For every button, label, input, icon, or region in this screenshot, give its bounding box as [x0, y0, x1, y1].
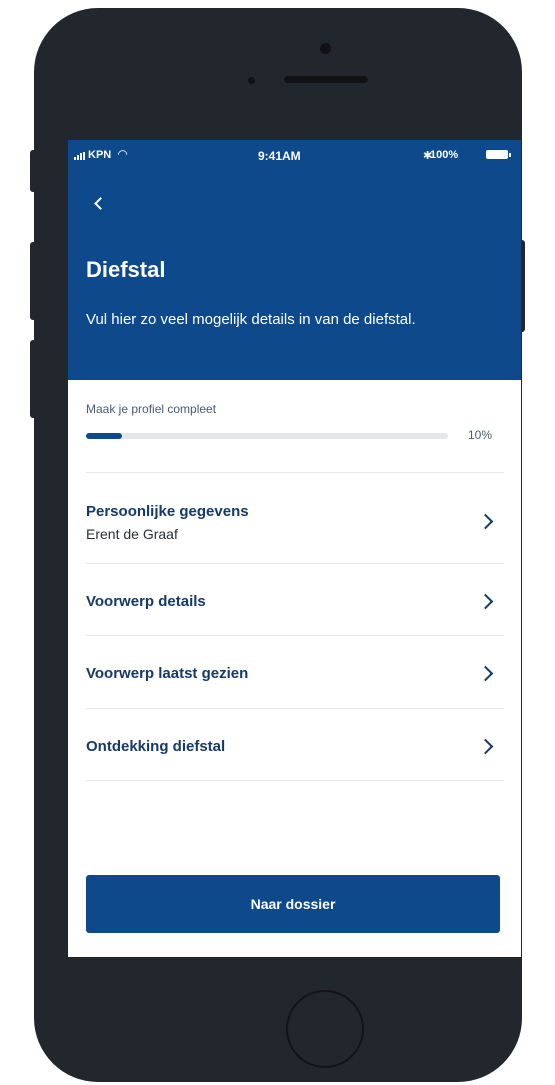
battery-percent: 100%: [430, 149, 459, 161]
list-item-subtitle: Erent de Graaf: [86, 526, 178, 542]
app-screen: KPN ◠ 9:41AM ✱ 100% Diefstal Vul hier zo…: [68, 140, 521, 957]
page-subtitle: Vul hier zo veel mogelijk details in van…: [86, 311, 416, 328]
page-header: KPN ◠ 9:41AM ✱ 100% Diefstal Vul hier zo…: [68, 140, 521, 380]
naar-dossier-button[interactable]: Naar dossier: [86, 875, 500, 933]
list-item-title: Persoonlijke gegevens: [86, 503, 249, 520]
progress-label: Maak je profiel compleet: [86, 402, 217, 416]
list-item-voorwerp-laatst-gezien[interactable]: Voorwerp laatst gezien: [68, 636, 521, 708]
profile-progress: Maak je profiel compleet 10%: [68, 380, 521, 472]
home-button[interactable]: [286, 990, 364, 1068]
battery-icon: [486, 150, 511, 159]
signal-icon: [74, 152, 88, 160]
earpiece-speaker: [284, 76, 368, 83]
status-bar: KPN ◠ 9:41AM ✱ 100%: [68, 140, 521, 170]
divider: [86, 780, 504, 781]
front-camera: [320, 43, 331, 54]
list-item-title: Ontdekking diefstal: [86, 738, 226, 755]
proximity-sensor: [248, 77, 255, 84]
progress-fill: [86, 433, 123, 439]
list-item-title: Voorwerp laatst gezien: [86, 665, 249, 682]
list-item-ontdekking-diefstal[interactable]: Ontdekking diefstal: [68, 709, 521, 780]
wifi-icon: ◠: [118, 147, 128, 161]
volume-down-button: [30, 340, 36, 418]
progress-bar: [86, 433, 448, 439]
carrier-name: KPN: [88, 149, 112, 161]
chevron-right-icon: [477, 738, 494, 755]
progress-percent: 10%: [468, 428, 493, 442]
list-item-voorwerp-details[interactable]: Voorwerp details: [68, 564, 521, 635]
list-item-persoonlijke-gegevens[interactable]: Persoonlijke gegevens Erent de Graaf: [68, 473, 521, 563]
list-item-title: Voorwerp details: [86, 593, 206, 610]
status-time: 9:41AM: [258, 149, 301, 163]
back-icon[interactable]: [90, 192, 110, 216]
chevron-right-icon: [477, 513, 494, 530]
chevron-right-icon: [477, 593, 494, 610]
chevron-right-icon: [477, 665, 494, 682]
volume-up-button: [30, 242, 36, 320]
mute-switch: [30, 150, 36, 192]
page-title: Diefstal: [86, 257, 166, 282]
